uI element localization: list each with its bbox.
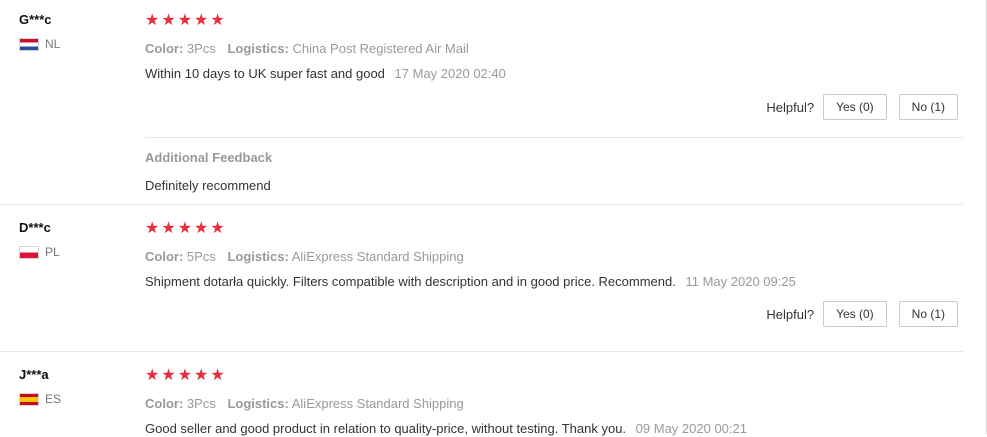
additional-feedback-title: Additional Feedback xyxy=(145,150,273,165)
review-body: Shipment dotarła quickly. Filters compat… xyxy=(145,274,676,289)
additional-feedback: Additional Feedback Definitely recommend xyxy=(145,150,963,194)
star-icon: ★ xyxy=(161,220,176,237)
country-code: NL xyxy=(45,37,61,51)
helpful-label: Helpful? xyxy=(766,306,815,322)
star-icon: ★ xyxy=(177,220,193,237)
star-icon: ★ xyxy=(210,367,225,384)
helpful-label: Helpful? xyxy=(766,99,815,115)
logistics-label: Logistics: xyxy=(227,396,289,411)
order-meta: Color: 5Pcs Logistics: AliExpress Standa… xyxy=(145,249,963,265)
review-text: Within 10 days to UK super fast and good… xyxy=(145,66,963,82)
review-date: 11 May 2020 09:25 xyxy=(685,274,796,289)
star-icon: ★ xyxy=(194,220,209,237)
poland-flag-icon xyxy=(19,245,39,259)
review-content: ★ ★ ★ ★ ★ Color: 3Pcs Logistics: AliExpr… xyxy=(145,367,963,437)
logistics-value: AliExpress Standard Shipping xyxy=(291,249,464,264)
helpful-vote: Helpful? Yes (0) No (1) xyxy=(766,301,958,327)
additional-feedback-text: Definitely recommend xyxy=(145,178,271,193)
country-code: PL xyxy=(45,245,60,259)
review-content: ★ ★ ★ ★ ★ Color: 3Pcs Logistics: China P… xyxy=(145,12,963,82)
reviewer-country: PL xyxy=(19,245,119,259)
reviewer-country: NL xyxy=(19,37,119,51)
reviewer-name: D***c xyxy=(19,220,51,235)
reviewer-name: J***a xyxy=(19,367,49,382)
reviewer-info: J***a ES xyxy=(19,367,119,406)
star-rating: ★ ★ ★ ★ ★ xyxy=(145,12,963,30)
review-text: Shipment dotarła quickly. Filters compat… xyxy=(145,274,963,290)
color-label: Color: xyxy=(145,41,184,56)
no-vote-button[interactable]: No (1) xyxy=(898,94,958,120)
reviewer-info: D***c PL xyxy=(19,220,119,259)
order-meta: Color: 3Pcs Logistics: China Post Regist… xyxy=(145,41,963,57)
reviewer-info: G***c NL xyxy=(19,12,119,51)
star-icon: ★ xyxy=(161,12,176,29)
star-icon: ★ xyxy=(145,367,160,384)
color-value: 3Pcs xyxy=(186,396,216,411)
color-value: 5Pcs xyxy=(186,249,216,264)
yes-vote-button[interactable]: Yes (0) xyxy=(823,301,887,327)
logistics-value: China Post Registered Air Mail xyxy=(292,41,469,56)
review-divider xyxy=(0,204,963,205)
star-icon: ★ xyxy=(145,220,160,237)
divider xyxy=(145,137,963,138)
review-content: ★ ★ ★ ★ ★ Color: 5Pcs Logistics: AliExpr… xyxy=(145,220,963,290)
helpful-vote: Helpful? Yes (0) No (1) xyxy=(766,94,958,120)
star-icon: ★ xyxy=(210,12,225,29)
netherlands-flag-icon xyxy=(19,37,39,51)
reviewer-name: G***c xyxy=(19,12,52,27)
review-text: Good seller and good product in relation… xyxy=(145,421,963,437)
star-icon: ★ xyxy=(210,220,225,237)
star-icon: ★ xyxy=(194,12,209,29)
order-meta: Color: 3Pcs Logistics: AliExpress Standa… xyxy=(145,396,963,412)
review-date: 17 May 2020 02:40 xyxy=(394,66,506,81)
review-divider xyxy=(0,351,963,352)
star-icon: ★ xyxy=(161,367,176,384)
no-vote-button[interactable]: No (1) xyxy=(898,301,958,327)
star-icon: ★ xyxy=(194,367,209,384)
logistics-value: AliExpress Standard Shipping xyxy=(291,396,464,411)
yes-vote-button[interactable]: Yes (0) xyxy=(823,94,887,120)
reviewer-country: ES xyxy=(19,392,119,406)
star-rating: ★ ★ ★ ★ ★ xyxy=(145,367,963,385)
spain-flag-icon xyxy=(19,392,39,406)
review-body: Within 10 days to UK super fast and good xyxy=(145,66,385,81)
star-icon: ★ xyxy=(145,12,160,29)
star-icon: ★ xyxy=(177,12,193,29)
color-label: Color: xyxy=(145,396,184,411)
logistics-label: Logistics: xyxy=(227,249,289,264)
star-icon: ★ xyxy=(177,367,193,384)
country-code: ES xyxy=(45,392,62,406)
color-label: Color: xyxy=(145,249,184,264)
color-value: 3Pcs xyxy=(186,41,216,56)
logistics-label: Logistics: xyxy=(227,41,289,56)
star-rating: ★ ★ ★ ★ ★ xyxy=(145,220,963,238)
